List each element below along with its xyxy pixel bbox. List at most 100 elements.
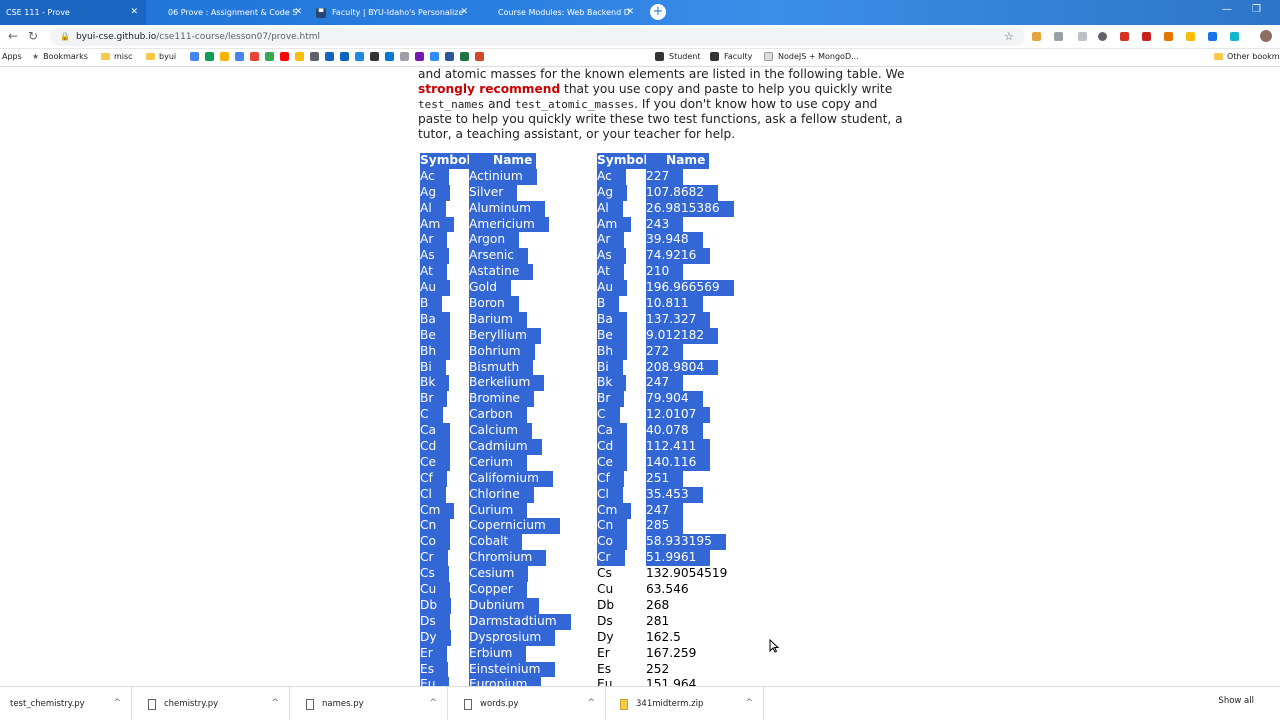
zip-icon [620, 698, 628, 710]
paragraph-line: test_names and test_atomic_masses. If yo… [418, 97, 878, 112]
cell-symbol: Cm [420, 502, 455, 519]
extension-icon[interactable] [1054, 32, 1063, 41]
cell-name: Darmstadtium [469, 613, 571, 630]
cell-symbol: Ca [597, 423, 627, 440]
tab-title: CSE 111 - Prove [6, 8, 70, 17]
bookmark-nodejs[interactable]: NodeJS + MongoD... [764, 52, 859, 61]
extension-icon[interactable] [1120, 32, 1129, 41]
keep-icon [295, 52, 304, 61]
close-icon[interactable]: ✕ [294, 7, 302, 17]
cell-symbol: Ag [597, 184, 628, 201]
bookmark-folder-misc[interactable]: misc [101, 52, 133, 61]
cell-symbol: Al [597, 200, 623, 217]
url-host: byui-cse.github.io [75, 32, 157, 42]
address-bar[interactable]: 🔒 byui-cse.github.io/cse111-course/lesson… [50, 28, 1025, 46]
show-all-button[interactable]: Show all [1218, 696, 1254, 706]
cell-name: Cobalt [469, 534, 523, 551]
cell-mass: 35.453 [646, 486, 703, 503]
cell-mass: 9.012182 [646, 327, 719, 344]
file-icon [148, 698, 156, 710]
download-item[interactable]: names.py ^ [290, 687, 448, 720]
cell-symbol: Dy [420, 629, 451, 646]
extension-icon[interactable] [1142, 32, 1151, 41]
chevron-up-icon[interactable]: ^ [429, 698, 437, 708]
page-icon [152, 8, 162, 18]
reload-icon[interactable]: ↻ [28, 29, 38, 43]
bookmark-student[interactable]: Student [655, 52, 701, 61]
tab-faculty[interactable]: ▀ Faculty | BYU-Idaho's Personalize ✕ [310, 0, 476, 25]
cell-symbol: Cd [597, 439, 628, 455]
chevron-up-icon[interactable]: ^ [113, 698, 121, 708]
cell-symbol: Db [420, 597, 452, 614]
apps-shortcut[interactable]: Apps [2, 52, 22, 61]
tab-course-modules[interactable]: Course Modules: Web Backend D ✕ [476, 0, 642, 25]
close-icon[interactable]: ✕ [626, 7, 634, 17]
minimize-icon[interactable]: — [1222, 4, 1232, 15]
extension-icon[interactable] [1164, 32, 1173, 41]
restore-icon[interactable]: ❐ [1252, 4, 1261, 15]
back-icon[interactable]: ← [8, 29, 18, 43]
code-test-atomic-masses: test_atomic_masses [514, 98, 635, 111]
article-text: and atomic masses for the known elements… [418, 67, 904, 142]
cell-name: Curium [469, 502, 528, 519]
bookmarks-shortcut[interactable]: ★ Bookmarks [32, 52, 88, 61]
new-tab-button[interactable]: + [650, 4, 666, 20]
chevron-up-icon[interactable]: ^ [745, 698, 753, 708]
download-item[interactable]: test_chemistry.py ^ [0, 687, 132, 720]
cell-symbol: Ar [420, 232, 448, 249]
cell-mass: 251 [646, 470, 684, 487]
cell-symbol: Cn [597, 518, 628, 535]
extension-icon[interactable] [1098, 32, 1107, 41]
bookmark-label: Other bookm [1227, 52, 1280, 61]
bookmark-folder-byui[interactable]: byui [146, 52, 176, 61]
chevron-up-icon[interactable]: ^ [271, 698, 279, 708]
bookmark-faculty[interactable]: Faculty [710, 52, 752, 61]
cell-symbol: Ba [597, 311, 627, 328]
bookmark-star-icon[interactable]: ☆ [1004, 30, 1014, 43]
cell-symbol: Ba [420, 311, 450, 328]
cell-mass: 167.259 [646, 645, 697, 660]
avatar[interactable] [1260, 30, 1272, 42]
tab-06-prove[interactable]: 06 Prove : Assignment & Code S ✕ [146, 0, 310, 25]
cell-mass: 39.948 [646, 232, 703, 249]
extension-icon[interactable] [1230, 32, 1239, 41]
cell-symbol: Cr [597, 550, 625, 567]
docs-icon [190, 52, 199, 61]
cell-symbol: Cr [420, 550, 448, 567]
header-symbol: Symbol [420, 153, 473, 169]
shortcut-icon [325, 52, 334, 61]
cell-symbol: Ce [420, 454, 451, 471]
cell-name: Calcium [469, 423, 533, 440]
paragraph-line: tutor, a teaching assistant, or your tea… [418, 127, 736, 141]
bookmark-label: misc [114, 52, 133, 61]
bookmark-label: byui [159, 52, 177, 61]
cell-name: Dysprosium [469, 629, 556, 646]
extension-icon[interactable] [1032, 32, 1041, 41]
cell-symbol: Er [420, 645, 447, 662]
tab-cse111-prove[interactable]: CSE 111 - Prove ✕ [0, 0, 146, 25]
drive-icon [265, 52, 274, 61]
close-icon[interactable]: ✕ [130, 7, 138, 17]
cell-mass: 243 [646, 216, 684, 233]
folder-icon [146, 53, 155, 60]
cell-mass: 63.546 [646, 582, 689, 597]
download-item[interactable]: chemistry.py ^ [132, 687, 290, 720]
cell-symbol: Au [420, 280, 451, 297]
cell-symbol: Be [420, 327, 450, 344]
bookmark-folder-other[interactable]: Other bookm [1214, 52, 1280, 61]
star-icon: ★ [32, 52, 40, 61]
cell-symbol: Dy [597, 629, 614, 644]
extension-icon[interactable] [1208, 32, 1217, 41]
extension-icon[interactable] [1078, 32, 1087, 41]
cell-symbol: Ce [597, 454, 628, 471]
close-icon[interactable]: ✕ [460, 7, 468, 17]
download-item[interactable]: 341midterm.zip ^ [606, 687, 764, 720]
cell-symbol: Ca [420, 423, 450, 440]
download-item[interactable]: words.py ^ [448, 687, 606, 720]
cell-name: Beryllium [469, 327, 541, 344]
download-filename: test_chemistry.py [10, 699, 85, 709]
chevron-up-icon[interactable]: ^ [587, 698, 595, 708]
bookmark-shortcuts[interactable] [190, 52, 490, 61]
extension-icon[interactable] [1186, 32, 1195, 41]
cell-symbol: Ds [420, 613, 450, 630]
